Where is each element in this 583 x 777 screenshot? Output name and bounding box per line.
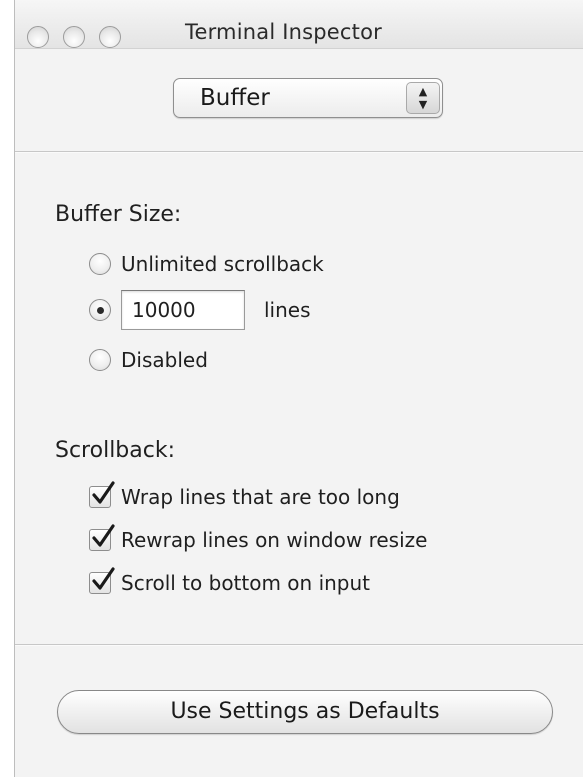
inspector-pane-popup[interactable]: Buffer ▲ ▼	[173, 78, 443, 118]
radio-lines[interactable]: lines	[89, 290, 311, 330]
checkmark-icon	[92, 567, 115, 590]
radio-button-selected[interactable]	[89, 299, 111, 321]
use-settings-as-defaults-button[interactable]: Use Settings as Defaults	[57, 690, 553, 734]
checkbox[interactable]	[89, 567, 115, 594]
popup-selected-label: Buffer	[200, 85, 270, 111]
scrollback-label: Scrollback:	[55, 438, 176, 463]
checkmark-icon	[92, 481, 115, 504]
title-bar[interactable]: Terminal Inspector	[15, 0, 583, 49]
footer-divider	[15, 644, 583, 646]
checkbox-rewrap-lines[interactable]: Rewrap lines on window resize	[89, 524, 428, 552]
buffer-size-label: Buffer Size:	[55, 202, 182, 227]
window-title: Terminal Inspector	[185, 20, 382, 44]
radio-unlimited-scrollback[interactable]: Unlimited scrollback	[89, 252, 324, 276]
radio-button[interactable]	[89, 253, 111, 275]
lines-unit-label: lines	[264, 298, 311, 322]
radio-dot-icon	[96, 306, 104, 314]
checkbox[interactable]	[89, 481, 115, 508]
checkbox-label: Scroll to bottom on input	[121, 571, 371, 595]
checkbox[interactable]	[89, 524, 115, 551]
checkbox-label: Rewrap lines on window resize	[121, 528, 428, 552]
close-icon[interactable]	[27, 26, 49, 48]
scrollback-lines-input[interactable]	[121, 290, 245, 330]
up-down-arrows-icon: ▲ ▼	[406, 82, 440, 114]
checkmark-icon	[92, 524, 115, 547]
radio-button[interactable]	[89, 349, 111, 371]
minimize-icon[interactable]	[63, 26, 85, 48]
radio-label: Unlimited scrollback	[121, 252, 324, 276]
checkbox-label: Wrap lines that are too long	[121, 485, 400, 509]
header-divider	[15, 151, 583, 153]
terminal-inspector-window: Terminal Inspector Buffer ▲ ▼ Buffer Size…	[14, 0, 583, 777]
checkbox-wrap-lines[interactable]: Wrap lines that are too long	[89, 481, 400, 509]
radio-disabled[interactable]: Disabled	[89, 348, 208, 372]
zoom-icon[interactable]	[99, 26, 121, 48]
radio-label: Disabled	[121, 348, 208, 372]
checkbox-scroll-to-bottom[interactable]: Scroll to bottom on input	[89, 567, 371, 595]
